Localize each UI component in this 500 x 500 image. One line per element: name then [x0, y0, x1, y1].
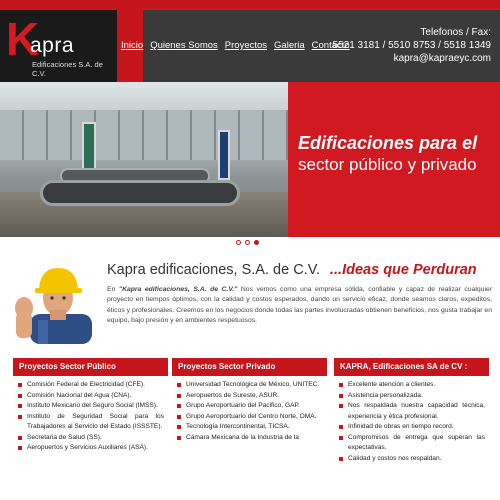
contact-label: Telefonos / Fax: [420, 27, 491, 38]
kiosk-sign [218, 130, 230, 180]
airport-photo [0, 82, 288, 237]
construction-worker-image [15, 268, 92, 344]
public-projects-list: Comisión Federal de Electricidad (CFE). … [13, 376, 168, 454]
banner-line-2: sector público y privado [298, 155, 477, 174]
list-item: Excelente atención a clientes. [338, 380, 485, 391]
column-title: Proyectos Sector Privado [172, 358, 327, 376]
column-title: Proyectos Sector Público [13, 358, 168, 376]
logo[interactable]: K apra Edificaciones S.A. de C.V. [0, 10, 117, 82]
logo-subtitle: Edificaciones S.A. de C.V. [32, 60, 103, 78]
list-item: Grupo Aeroportuario del Pacifico, GAP. [176, 401, 323, 412]
list-item: Universidad Tecnológica de México, UNITE… [176, 380, 323, 391]
intro-company: "Kapra edificaciones, S.A. de C.V." [118, 286, 238, 293]
intro-paragraph: En "Kapra edificaciones, S.A. de C.V." N… [107, 285, 492, 327]
public-projects-column: Proyectos Sector Público Comisión Federa… [13, 358, 168, 454]
contact-email[interactable]: kapra@kapraeyc.com [333, 52, 491, 65]
hero-banner[interactable]: Edificaciones para el sector público y p… [0, 82, 500, 237]
baggage-carousel [40, 180, 240, 206]
list-item: Comisión Nacional del Agua (CNA). [17, 391, 164, 402]
list-item: Grupo Aeroportuario del Centro Norte, OM… [176, 412, 323, 423]
banner-line-1: Edificaciones para el [298, 133, 478, 153]
logo-word: apra [30, 34, 75, 57]
list-item: Calidad y costos nos respaldan. [338, 454, 485, 465]
list-item: Instituto de Seguridad Social para los T… [17, 412, 164, 433]
list-item: Tecnología Intercontinental, TICSA. [176, 422, 323, 433]
kapra-features-column: KAPRA, Edificaciones SA de CV : Excelent… [334, 358, 489, 464]
slider-dots [236, 240, 259, 245]
intro-slogan: ...Ideas que Perduran [330, 262, 477, 278]
list-item: Aeropuertos y Servicios Auxiliares (ASA)… [17, 443, 164, 454]
list-item: Instituto Mexicano del Seguro Social (IM… [17, 401, 164, 412]
slide-dot-1[interactable] [236, 240, 241, 245]
list-item: Nos respaldada nuestra capacidad técnica… [338, 401, 485, 422]
slide-dot-2[interactable] [245, 240, 250, 245]
nav-galeria[interactable]: Galeria [274, 40, 305, 51]
list-item: Infinidad de obras en tiempo record. [338, 422, 485, 433]
nav-inicio[interactable]: Inicio [121, 40, 143, 51]
nav-proyectos[interactable]: Proyectos [225, 40, 267, 51]
column-title: KAPRA, Edificaciones SA de CV : [334, 358, 489, 376]
features-list: Excelente atención a clientes. Asistenci… [334, 376, 489, 464]
list-item: Secretaria de Salud (SS). [17, 433, 164, 444]
list-item: Aeropuertos de Sureste, ASUR. [176, 391, 323, 402]
private-projects-column: Proyectos Sector Privado Universidad Tec… [172, 358, 327, 443]
site-header: K apra Edificaciones S.A. de C.V. Inicio… [0, 10, 500, 82]
main-nav: Inicio Quienes Somos Proyectos Galeria C… [121, 40, 350, 51]
private-projects-list: Universidad Tecnológica de México, UNITE… [172, 376, 327, 443]
list-item: Cámara Mexicana de la Industria de la [176, 433, 323, 444]
list-item: Asistencia personalizada. [338, 391, 485, 402]
contact-info: Telefonos / Fax: 5521 3181 / 5510 8753 /… [333, 26, 491, 65]
slide-dot-3[interactable] [254, 240, 259, 245]
page: K apra Edificaciones S.A. de C.V. Inicio… [0, 0, 500, 500]
list-item: Compromisos de entrega que superan las e… [338, 433, 485, 454]
top-red-strip [0, 0, 500, 10]
banner-caption: Edificaciones para el sector público y p… [298, 132, 477, 176]
intro-title: Kapra edificaciones, S.A. de C.V. [107, 262, 321, 278]
nav-quienes-somos[interactable]: Quienes Somos [150, 40, 218, 51]
list-item: Comisión Federal de Electricidad (CFE). [17, 380, 164, 391]
intro-prefix: En [107, 286, 119, 293]
contact-phones: 5521 3181 / 5510 8753 / 5518 1349 [332, 40, 491, 51]
